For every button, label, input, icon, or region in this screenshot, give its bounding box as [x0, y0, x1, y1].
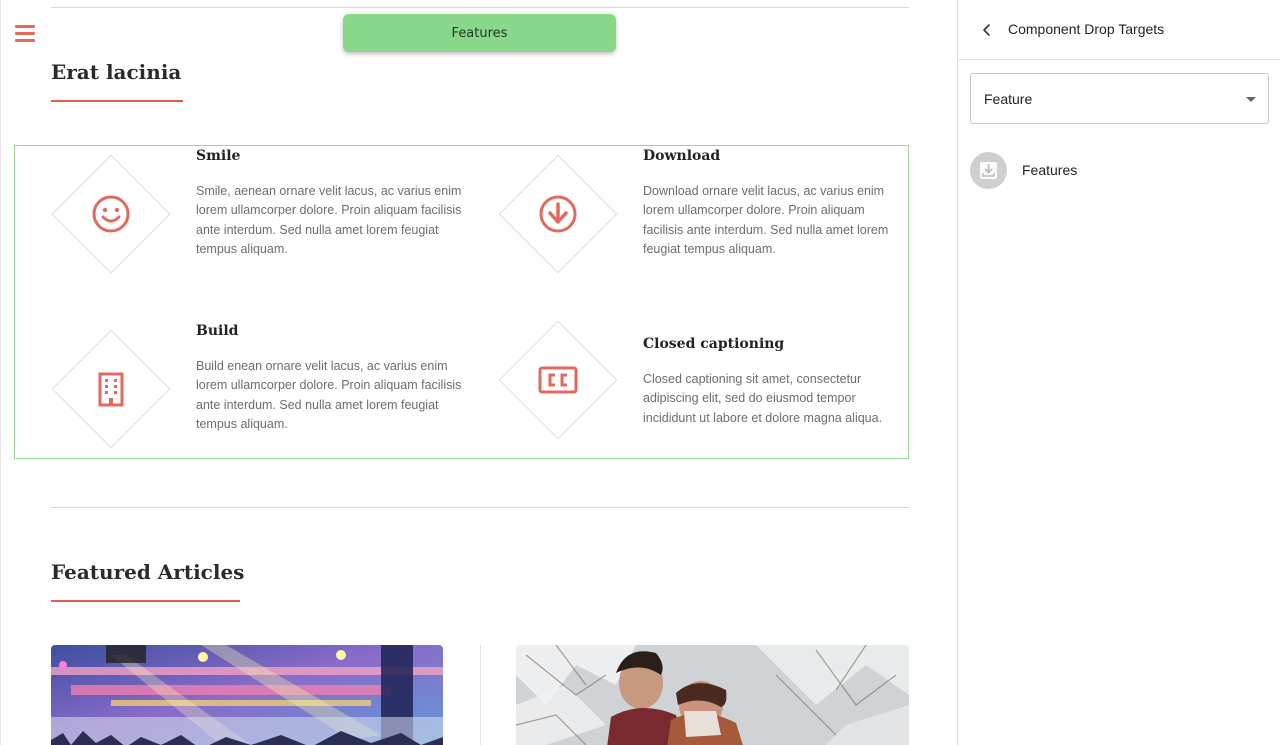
drop-target-icon: [970, 152, 1007, 189]
title-underline: [51, 600, 240, 602]
panel-title: Component Drop Targets: [1008, 21, 1165, 37]
download-icon: [498, 154, 618, 274]
section-title: Erat lacinia: [51, 60, 182, 84]
chevron-left-icon[interactable]: [978, 19, 998, 41]
hamburger-icon[interactable]: [15, 25, 35, 43]
feature-title: Smile: [196, 148, 241, 164]
smile-icon: [51, 154, 171, 274]
feature-description: Closed captioning sit amet, consectetur …: [643, 372, 883, 425]
building-icon: [51, 329, 171, 449]
feature-description: Build enean ornare velit lacus, ac variu…: [196, 359, 462, 431]
article-image-winter-couple[interactable]: [516, 645, 909, 745]
title-underline: [51, 100, 183, 102]
component-type-select[interactable]: Feature: [970, 73, 1269, 124]
feature-description: Download ornare velit lacus, ac varius e…: [643, 184, 889, 256]
article-image-concert[interactable]: [51, 645, 443, 745]
section-title: Featured Articles: [51, 560, 245, 584]
component-drop-targets-panel: Component Drop Targets Feature Features: [957, 0, 1280, 745]
section-divider: [51, 7, 909, 8]
section-divider: [51, 507, 909, 508]
drop-target-label: Features: [1022, 162, 1078, 178]
panel-header: Component Drop Targets: [958, 0, 1280, 60]
closed-captioning-icon: [498, 320, 618, 440]
article-divider: [480, 645, 481, 745]
dragged-component-features[interactable]: Features: [343, 14, 616, 52]
feature-title: Build: [196, 323, 239, 339]
feature-description: Smile, aenean ornare velit lacus, ac var…: [196, 184, 462, 256]
drop-target-item[interactable]: Features: [970, 151, 1269, 191]
feature-title: Download: [643, 148, 721, 164]
feature-title: Closed captioning: [643, 336, 785, 352]
caret-down-icon: [1246, 97, 1256, 102]
page-canvas: Features Erat lacinia Smile Smile, aenea…: [0, 0, 957, 745]
select-value: Feature: [984, 91, 1033, 107]
